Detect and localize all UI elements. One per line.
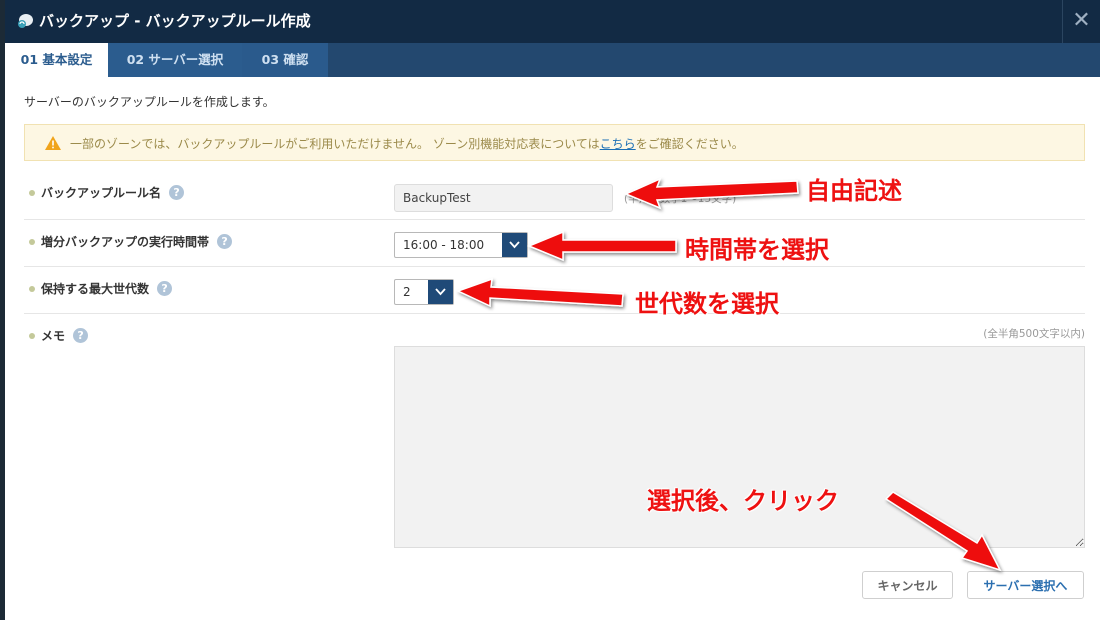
help-icon[interactable]: ? bbox=[73, 328, 89, 343]
time-window-label: 増分バックアップの実行時間帯 ? bbox=[29, 233, 233, 250]
annotation-select-time: 時間帯を選択 bbox=[685, 236, 829, 264]
notice-text-after: をご確認ください。 bbox=[635, 137, 744, 151]
select-toggle[interactable] bbox=[502, 233, 527, 257]
help-icon[interactable]: ? bbox=[169, 185, 185, 200]
generations-label: 保持する最大世代数 ? bbox=[29, 280, 173, 297]
tab-confirm[interactable]: 03 確認 bbox=[242, 43, 328, 77]
annotation-select-generations: 世代数を選択 bbox=[635, 290, 779, 318]
chevron-down-icon bbox=[509, 241, 520, 249]
row-divider bbox=[24, 313, 1085, 314]
memo-label: メモ ? bbox=[29, 327, 89, 344]
rule-name-label-text: バックアップルール名 bbox=[41, 186, 162, 200]
rule-name-label: バックアップルール名 ? bbox=[29, 184, 185, 201]
dialog-titlebar: バックアップ - バックアップルール作成 ✕ bbox=[5, 0, 1100, 43]
generations-label-text: 保持する最大世代数 bbox=[41, 282, 150, 296]
rule-name-hint: (半角英数字1〜15文字) bbox=[624, 193, 737, 205]
notice-text-before: 一部のゾーンでは、バックアップルールがご利用いただけません。 ゾーン別機能対応表… bbox=[70, 137, 600, 151]
help-icon[interactable]: ? bbox=[157, 281, 173, 296]
notice-text: 一部のゾーンでは、バックアップルールがご利用いただけません。 ゾーン別機能対応表… bbox=[70, 135, 744, 152]
help-icon[interactable]: ? bbox=[217, 234, 233, 249]
dialog-title: バックアップ - バックアップルール作成 bbox=[39, 12, 311, 30]
select-toggle[interactable] bbox=[428, 280, 453, 304]
generations-select[interactable]: 2 bbox=[394, 279, 454, 305]
memo-hint: (全半角500文字以内) bbox=[983, 328, 1085, 340]
time-window-value: 16:00 - 18:00 bbox=[403, 238, 485, 252]
backup-cloud-icon bbox=[18, 14, 33, 28]
bullet-dot bbox=[29, 189, 35, 196]
bullet-dot bbox=[29, 285, 35, 292]
tabbar-filler bbox=[328, 43, 1100, 77]
memo-label-text: メモ bbox=[41, 329, 66, 343]
close-button[interactable]: ✕ bbox=[1062, 0, 1100, 43]
row-divider bbox=[24, 266, 1085, 267]
rule-name-input[interactable] bbox=[394, 184, 613, 212]
next-server-select-button[interactable]: サーバー選択へ bbox=[967, 571, 1084, 599]
cancel-button[interactable]: キャンセル bbox=[862, 571, 953, 599]
warning-icon bbox=[45, 136, 61, 150]
memo-textarea[interactable] bbox=[394, 346, 1085, 548]
step-tabs: 01 基本設定 02 サーバー選択 03 確認 bbox=[5, 43, 1100, 77]
backup-rule-dialog: バックアップ - バックアップルール作成 ✕ 01 基本設定 02 サーバー選択… bbox=[5, 0, 1100, 620]
generations-value: 2 bbox=[403, 285, 411, 299]
zone-table-link[interactable]: こちら bbox=[600, 137, 636, 151]
time-window-label-text: 増分バックアップの実行時間帯 bbox=[41, 235, 210, 249]
close-icon: ✕ bbox=[1072, 8, 1091, 33]
annotation-after-select-click: 選択後、クリック bbox=[647, 487, 839, 515]
tab-server-select[interactable]: 02 サーバー選択 bbox=[108, 43, 242, 77]
intro-text: サーバーのバックアップルールを作成します。 bbox=[24, 95, 275, 109]
annotation-free-text: 自由記述 bbox=[806, 177, 902, 205]
zone-notice: 一部のゾーンでは、バックアップルールがご利用いただけません。 ゾーン別機能対応表… bbox=[24, 124, 1085, 161]
bullet-dot bbox=[29, 332, 35, 339]
row-divider bbox=[24, 219, 1085, 220]
tab-basic-settings[interactable]: 01 基本設定 bbox=[5, 43, 108, 77]
bullet-dot bbox=[29, 238, 35, 245]
chevron-down-icon bbox=[435, 288, 446, 296]
time-window-select[interactable]: 16:00 - 18:00 bbox=[394, 232, 528, 258]
